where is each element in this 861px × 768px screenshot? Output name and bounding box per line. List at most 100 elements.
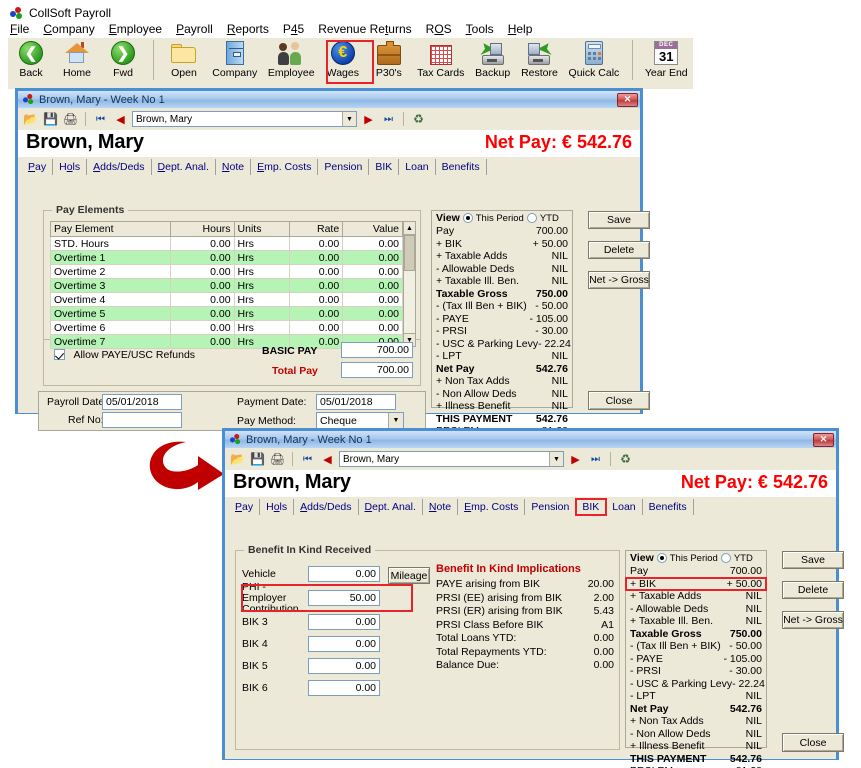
tab-bik[interactable]: BIK — [576, 499, 606, 515]
window2-delete-button[interactable]: Delete — [782, 581, 844, 599]
cell-value[interactable]: 0.00 — [343, 293, 403, 307]
tab-dept-anal-[interactable]: Dept. Anal. — [359, 499, 423, 515]
ytd-radio[interactable] — [721, 553, 731, 563]
window2-titlebar[interactable]: Brown, Mary - Week No 1 ✕ — [225, 431, 836, 448]
bik-field-input[interactable]: 0.00 — [308, 658, 380, 674]
menu-item-employee[interactable]: Employee — [109, 22, 162, 36]
first-record-icon[interactable]: ⏮ — [299, 451, 316, 467]
window2-net-to-gross-button[interactable]: Net -> Gross — [782, 611, 844, 629]
toolbar-button-home[interactable]: Home — [54, 38, 100, 84]
ytd-radio[interactable] — [527, 213, 537, 223]
tab-adds-deds[interactable]: Adds/Deds — [294, 499, 358, 515]
toolbar-button-quick-calc[interactable]: Quick Calc — [563, 38, 624, 84]
tab-pay[interactable]: Pay — [229, 499, 260, 515]
cell-rate[interactable]: 0.00 — [290, 251, 343, 265]
window1-delete-button[interactable]: Delete — [588, 241, 650, 259]
save-disk-icon[interactable]: 💾 — [249, 451, 266, 467]
printer-icon[interactable]: 🖨 — [269, 451, 286, 467]
cell-hours[interactable]: 0.00 — [171, 279, 234, 293]
checkbox-icon[interactable] — [54, 349, 65, 360]
pay-elements-table[interactable]: Pay ElementHoursUnitsRateValueSTD. Hours… — [50, 221, 403, 349]
table-row[interactable]: Overtime 10.00Hrs0.000.00 — [51, 251, 403, 265]
window2-save-button[interactable]: Save — [782, 551, 844, 569]
cell-rate[interactable]: 0.00 — [290, 279, 343, 293]
tab-hols[interactable]: Hols — [260, 499, 294, 515]
prev-record-icon[interactable]: ◀ — [319, 451, 336, 467]
toolbar-button-employee[interactable]: Employee — [263, 38, 320, 84]
table-row[interactable]: Overtime 30.00Hrs0.000.00 — [51, 279, 403, 293]
table-row[interactable]: Overtime 50.00Hrs0.000.00 — [51, 307, 403, 321]
this-period-radio[interactable] — [657, 553, 667, 563]
tab-dept-anal-[interactable]: Dept. Anal. — [152, 159, 216, 175]
tab-pension[interactable]: Pension — [525, 499, 576, 515]
tab-emp-costs[interactable]: Emp. Costs — [251, 159, 318, 175]
payment-date-input[interactable]: 05/01/2018 — [316, 394, 396, 410]
toolbar-button-fwd[interactable]: ❯Fwd — [100, 38, 146, 84]
scroll-up-icon[interactable]: ▲ — [404, 222, 415, 235]
folder-open-icon[interactable]: 📂 — [22, 111, 39, 127]
tab-pay[interactable]: Pay — [22, 159, 53, 175]
employee-select-combo[interactable]: Brown, Mary ▼ — [339, 451, 564, 467]
cell-rate[interactable]: 0.00 — [290, 237, 343, 251]
tab-note[interactable]: Note — [216, 159, 251, 175]
tab-hols[interactable]: Hols — [53, 159, 87, 175]
printer-icon[interactable]: 🖨 — [62, 111, 79, 127]
cell-value[interactable]: 0.00 — [343, 279, 403, 293]
cell-value[interactable]: 0.00 — [343, 307, 403, 321]
cell-rate[interactable]: 0.00 — [290, 293, 343, 307]
first-record-icon[interactable]: ⏮ — [92, 111, 109, 127]
toolbar-button-company[interactable]: Company — [207, 38, 263, 84]
menu-item-file[interactable]: File — [10, 22, 29, 36]
window1-save-button[interactable]: Save — [588, 211, 650, 229]
menu-item-revenue-returns[interactable]: Revenue Returns — [318, 22, 411, 36]
tab-emp-costs[interactable]: Emp. Costs — [458, 499, 525, 515]
table-row[interactable]: Overtime 20.00Hrs0.000.00 — [51, 265, 403, 279]
chevron-down-icon[interactable]: ▼ — [342, 112, 356, 126]
toolbar-button-backup[interactable]: ➤Backup — [470, 38, 516, 84]
refresh-icon[interactable]: ♻ — [410, 111, 427, 127]
pay-elements-scrollbar[interactable]: ▲ ▼ — [403, 221, 416, 347]
last-record-icon[interactable]: ⏭ — [587, 451, 604, 467]
tab-pension[interactable]: Pension — [318, 159, 369, 175]
ref-no-input[interactable] — [102, 412, 182, 428]
employee-select-combo[interactable]: Brown, Mary ▼ — [132, 111, 357, 127]
window2-close-button-bottom[interactable]: Close — [782, 733, 844, 752]
basic-pay-value[interactable]: 700.00 — [341, 342, 413, 358]
cell-rate[interactable]: 0.00 — [290, 265, 343, 279]
menu-item-ros[interactable]: ROS — [426, 22, 452, 36]
cell-rate[interactable]: 0.00 — [290, 307, 343, 321]
bik-field-input[interactable]: 0.00 — [308, 614, 380, 630]
toolbar-button-year-end[interactable]: DEC31Year End — [639, 38, 693, 84]
cell-hours[interactable]: 0.00 — [171, 237, 234, 251]
bik-field-input[interactable]: 0.00 — [308, 636, 380, 652]
table-row[interactable]: Overtime 40.00Hrs0.000.00 — [51, 293, 403, 307]
tab-note[interactable]: Note — [423, 499, 458, 515]
mileage-button[interactable]: Mileage — [388, 567, 430, 584]
cell-value[interactable]: 0.00 — [343, 237, 403, 251]
cell-rate[interactable]: 0.00 — [290, 321, 343, 335]
payroll-date-input[interactable]: 05/01/2018 — [102, 394, 182, 410]
bik-field-input[interactable]: 0.00 — [308, 566, 380, 582]
toolbar-button-open[interactable]: Open — [161, 38, 207, 84]
menu-item-company[interactable]: Company — [43, 22, 94, 36]
menu-item-tools[interactable]: Tools — [466, 22, 494, 36]
bik-field-input[interactable]: 0.00 — [308, 680, 380, 696]
scrollbar-thumb[interactable] — [404, 235, 415, 271]
table-row[interactable]: STD. Hours0.00Hrs0.000.00 — [51, 237, 403, 251]
allow-refunds-checkbox[interactable]: Allow PAYE/USC Refunds — [54, 345, 195, 363]
tab-benefits[interactable]: Benefits — [436, 159, 487, 175]
tab-loan[interactable]: Loan — [606, 499, 642, 515]
tab-adds-deds[interactable]: Adds/Deds — [87, 159, 151, 175]
refresh-icon[interactable]: ♻ — [617, 451, 634, 467]
tab-benefits[interactable]: Benefits — [643, 499, 694, 515]
menu-item-payroll[interactable]: Payroll — [176, 22, 213, 36]
prev-record-icon[interactable]: ◀ — [112, 111, 129, 127]
next-record-icon[interactable]: ▶ — [567, 451, 584, 467]
folder-open-icon[interactable]: 📂 — [229, 451, 246, 467]
menu-item-p45[interactable]: P45 — [283, 22, 304, 36]
menu-item-reports[interactable]: Reports — [227, 22, 269, 36]
window1-close-button-bottom[interactable]: Close — [588, 391, 650, 410]
tab-loan[interactable]: Loan — [399, 159, 435, 175]
cell-value[interactable]: 0.00 — [343, 251, 403, 265]
this-period-radio[interactable] — [463, 213, 473, 223]
